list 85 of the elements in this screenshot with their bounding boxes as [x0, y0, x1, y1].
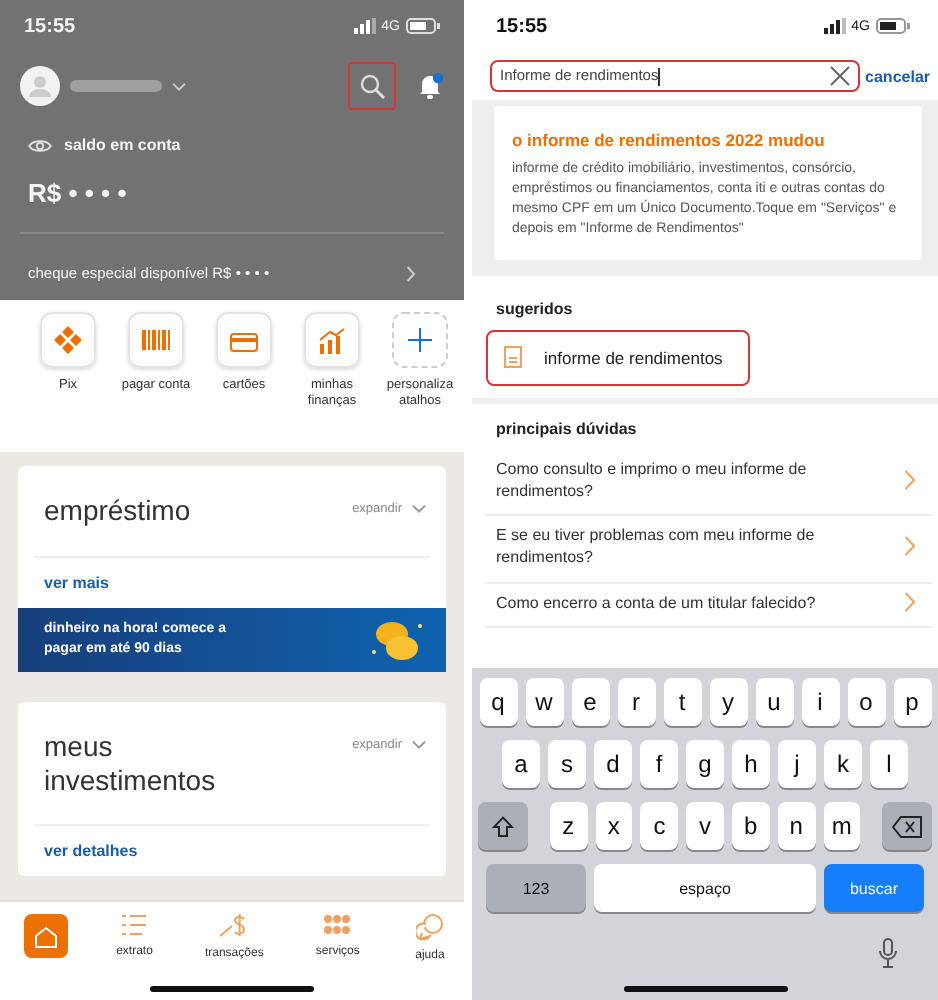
close-icon[interactable] — [829, 66, 850, 86]
keyboard-key[interactable]: x — [595, 802, 633, 850]
keyboard-key[interactable]: f — [640, 740, 678, 788]
section-heading: sugeridos — [496, 299, 575, 318]
keyboard-key[interactable]: l — [870, 740, 908, 788]
status-time: 15:55 — [24, 15, 76, 37]
document-icon — [504, 346, 522, 369]
keyboard-key[interactable]: s — [548, 740, 586, 788]
barcode-icon — [142, 330, 170, 350]
keyboard-key[interactable]: q — [479, 678, 517, 726]
keyboard-key[interactable]: c — [640, 802, 679, 850]
notice-title: o informe de rendimentos 2022 mudou — [512, 130, 827, 150]
chevron-down-icon[interactable] — [172, 81, 186, 91]
chevron-right-icon — [904, 469, 916, 490]
keyboard-key[interactable]: u — [755, 678, 793, 726]
shortcut-button[interactable] — [40, 312, 96, 368]
chevron-right-icon — [904, 592, 916, 613]
keyboard-key[interactable]: t — [663, 678, 701, 726]
balance-value: R$ • • • • — [28, 178, 129, 208]
chevron-right-icon — [904, 536, 916, 557]
question-item[interactable]: Como consulto e imprimo o meu informe de rendimentos? — [486, 449, 932, 517]
keyboard-key[interactable]: v — [686, 802, 724, 850]
microphone-icon[interactable] — [878, 938, 898, 968]
shift-icon — [491, 815, 514, 837]
card-title: meus investimentos — [44, 729, 218, 797]
shift-key[interactable] — [477, 802, 528, 850]
keyboard-key[interactable]: d — [594, 740, 632, 788]
keyboard-key[interactable]: n — [777, 802, 815, 850]
keyboard-key[interactable]: e — [571, 678, 609, 726]
keyboard-key[interactable]: m — [823, 802, 861, 850]
search-key[interactable]: buscar — [824, 864, 924, 912]
chevron-down-icon[interactable] — [412, 504, 426, 514]
signal-icon — [823, 18, 846, 34]
bell-icon[interactable] — [416, 72, 444, 100]
dollar-icon — [220, 914, 249, 938]
chevron-down-icon[interactable] — [412, 739, 426, 750]
card-link[interactable]: ver detalhes — [44, 842, 138, 861]
card-link[interactable]: ver mais — [44, 573, 109, 592]
battery-icon — [406, 18, 440, 34]
keyboard-key[interactable]: z — [549, 802, 588, 850]
home-icon — [34, 925, 58, 947]
blurred-name — [70, 80, 162, 92]
search-button[interactable] — [348, 62, 396, 110]
space-key[interactable]: espaço — [594, 864, 816, 912]
chat-icon — [415, 914, 444, 940]
keyboard-key[interactable]: k — [824, 740, 862, 788]
balance-label: saldo em conta — [64, 136, 181, 154]
keyboard-key[interactable]: o — [847, 678, 885, 726]
suggestion-item[interactable]: informe de rendimentos — [486, 329, 750, 386]
shortcut-button[interactable] — [128, 312, 184, 368]
keyboard-key[interactable]: y — [709, 678, 747, 726]
search-icon — [359, 73, 385, 99]
question-item[interactable]: E se eu tiver problemas com meu informe de rendimentos? — [486, 516, 932, 583]
keyboard-key[interactable]: w — [525, 678, 563, 726]
battery-icon — [876, 18, 910, 34]
chevron-right-icon[interactable] — [406, 265, 416, 281]
chart-icon — [318, 327, 346, 353]
status-time: 15:55 — [496, 15, 548, 37]
keyboard-key[interactable]: a — [502, 740, 540, 788]
avatar-icon[interactable] — [20, 66, 60, 106]
shortcut-button[interactable] — [216, 312, 272, 368]
card-title: empréstimo — [44, 494, 193, 528]
grid-icon — [324, 914, 351, 936]
card-icon — [230, 329, 258, 351]
question-item[interactable]: Como encerro a conta de um titular falecido? — [486, 583, 932, 628]
cancel-link[interactable]: cancelar — [865, 67, 930, 85]
section-heading: principais dúvidas — [496, 419, 639, 438]
shortcut-button[interactable] — [392, 312, 448, 368]
keyboard-key[interactable]: j — [778, 740, 816, 788]
signal-icon — [353, 18, 376, 34]
keyboard-key[interactable]: r — [617, 678, 655, 726]
keyboard-key[interactable]: b — [731, 802, 770, 850]
backspace-key[interactable] — [882, 802, 933, 850]
keyboard-key[interactable]: i — [801, 678, 839, 726]
numbers-key[interactable]: 123 — [486, 864, 586, 912]
shortcut-button[interactable] — [304, 312, 360, 368]
keyboard-key[interactable]: h — [732, 740, 770, 788]
plus-icon — [408, 328, 432, 352]
diamond-icon — [54, 326, 82, 354]
eye-icon[interactable] — [28, 137, 52, 153]
keyboard-key[interactable]: p — [893, 678, 931, 726]
keyboard-key[interactable]: g — [686, 740, 724, 788]
list-icon — [122, 914, 147, 936]
backspace-icon — [892, 815, 923, 837]
tab-bar-item[interactable] — [24, 914, 68, 958]
